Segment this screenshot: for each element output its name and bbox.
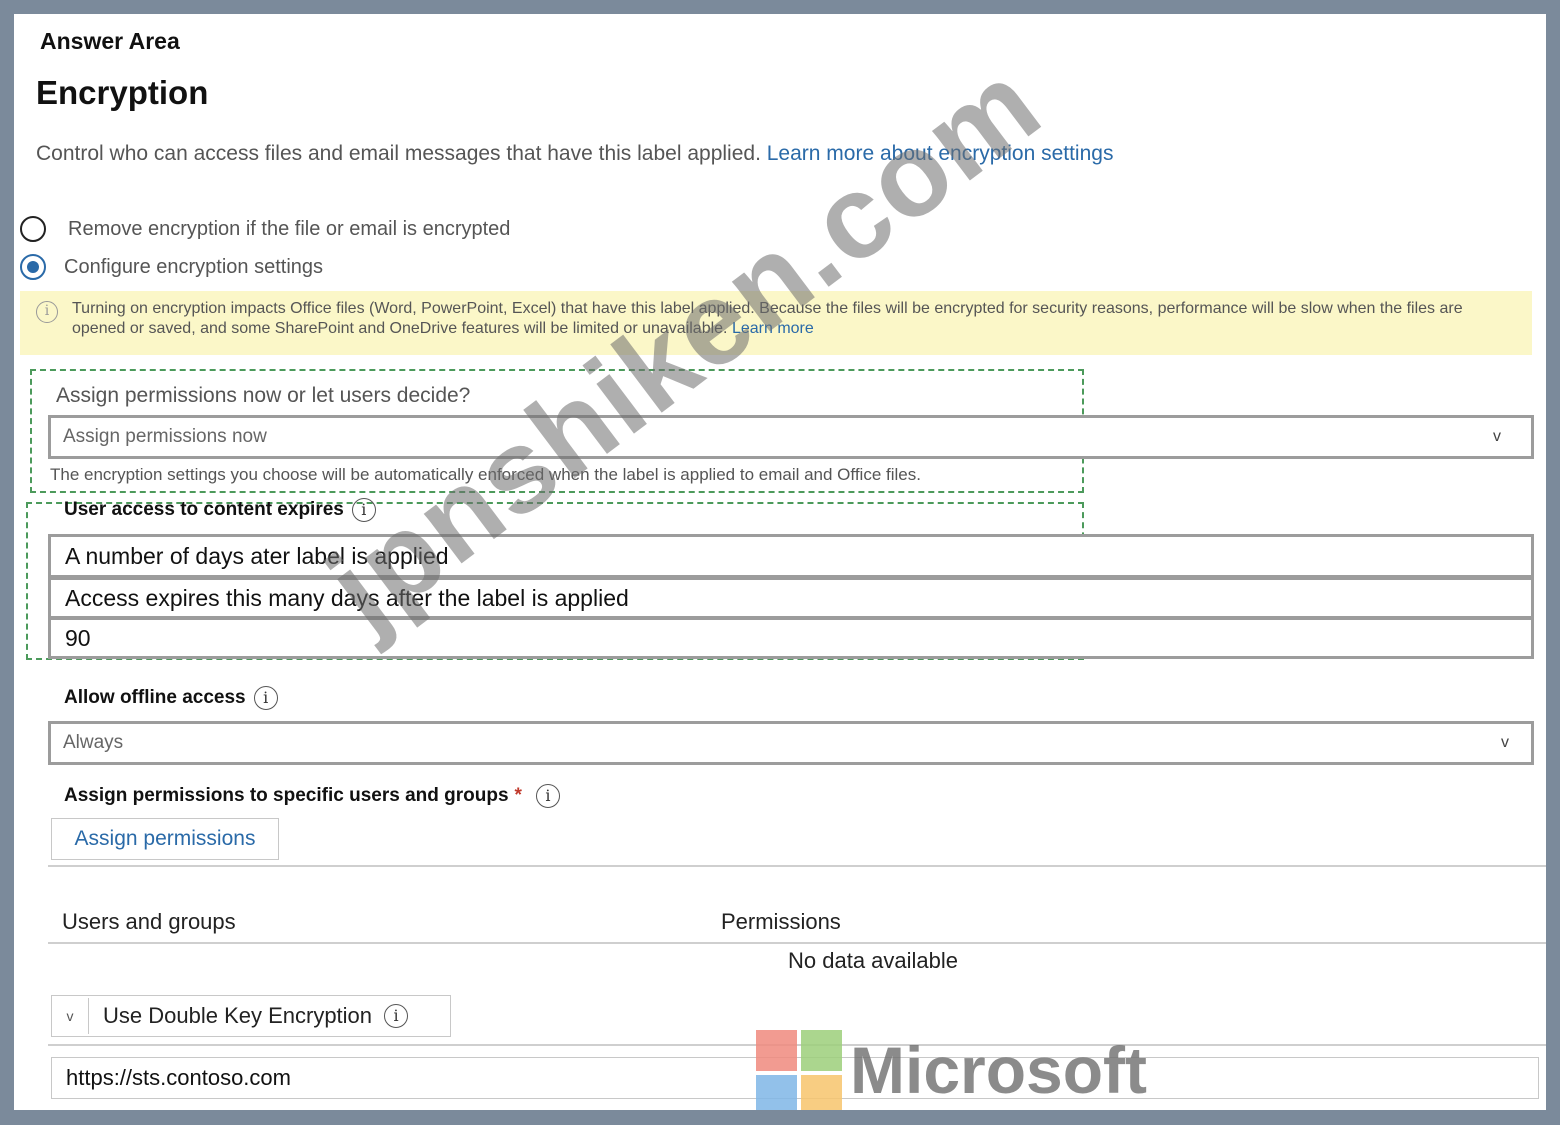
user-access-option-dropdown[interactable]: A number of days ater label is applied	[48, 534, 1534, 578]
radio-configure-icon[interactable]	[20, 254, 46, 280]
page-title: Encryption	[36, 74, 209, 111]
divider	[48, 865, 1546, 867]
radio-configure-encryption[interactable]: Configure encryption settings	[20, 254, 323, 280]
double-key-encryption-toggle[interactable]: v Use Double Key Encryption i	[51, 995, 451, 1037]
info-icon: i	[36, 301, 58, 323]
microsoft-wordmark: Microsoft	[850, 1033, 1147, 1107]
dke-url-value: https://sts.contoso.com	[66, 1065, 291, 1090]
description-text: Control who can access files and email m…	[36, 142, 761, 165]
info-icon[interactable]: i	[253, 686, 278, 710]
days-input-value: 90	[65, 624, 91, 651]
chevron-down-icon: v	[1493, 428, 1501, 445]
radio-remove-icon[interactable]	[20, 216, 46, 242]
assign-mode-dropdown[interactable]: Assign permissions now v	[48, 415, 1534, 459]
no-data-message: No data available	[788, 948, 959, 973]
offline-access-heading: Allow offline access i	[64, 686, 278, 710]
user-access-label: User access to content expires	[64, 499, 344, 520]
microsoft-logo-icon	[756, 1030, 842, 1110]
required-mark: *	[514, 785, 522, 806]
specific-users-heading: Assign permissions to specific users and…	[64, 784, 560, 808]
column-header-permissions: Permissions	[721, 909, 841, 934]
radio-configure-label: Configure encryption settings	[64, 255, 324, 278]
info-icon[interactable]: i	[535, 784, 560, 808]
user-access-heading: User access to content expires i	[64, 498, 376, 522]
offline-access-label: Allow offline access	[64, 687, 246, 708]
specific-users-label: Assign permissions to specific users and…	[64, 785, 509, 806]
chevron-down-icon[interactable]: v	[52, 998, 89, 1034]
radio-remove-encryption[interactable]: Remove encryption if the file or email i…	[20, 216, 510, 242]
offline-access-dropdown[interactable]: Always v	[48, 721, 1534, 765]
info-icon[interactable]: i	[384, 1004, 409, 1028]
days-input[interactable]: 90	[48, 617, 1534, 659]
offline-access-value: Always	[63, 732, 124, 753]
days-label-field: Access expires this many days after the …	[48, 577, 1534, 619]
radio-remove-label: Remove encryption if the file or email i…	[68, 217, 511, 240]
assign-mode-value: Assign permissions now	[63, 426, 267, 447]
answer-panel: Answer Area Encryption Control who can a…	[14, 14, 1546, 1110]
chevron-down-icon: v	[1501, 734, 1509, 751]
dke-label: Use Double Key Encryption	[103, 1003, 373, 1028]
assign-permissions-button[interactable]: Assign permissions	[51, 818, 279, 860]
column-header-users: Users and groups	[62, 909, 236, 934]
answer-area-heading: Answer Area	[40, 28, 180, 54]
table-header-divider	[48, 942, 1546, 944]
assign-mode-label: Assign permissions now or let users deci…	[56, 384, 471, 407]
